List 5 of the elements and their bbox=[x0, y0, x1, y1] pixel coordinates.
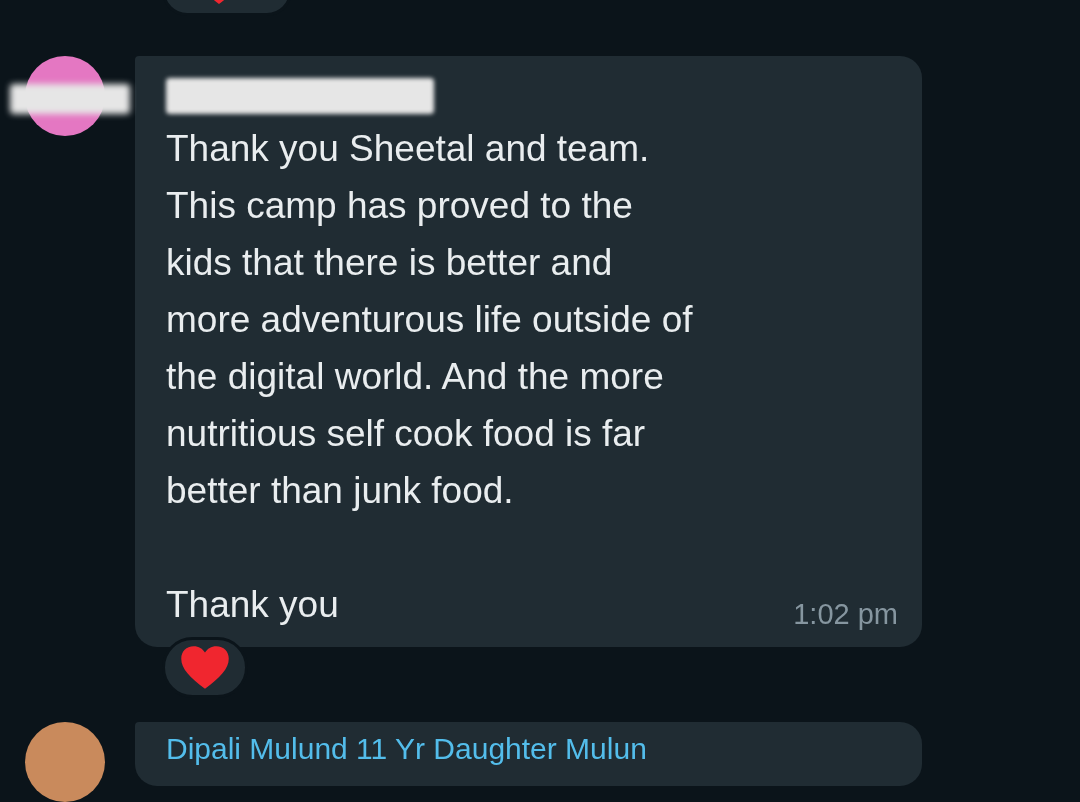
message-text: Thank you bbox=[166, 583, 339, 627]
sender-name: Dipali Mulund 11 Yr Daughter Mulun bbox=[166, 732, 647, 765]
message-time: 1:02 pm bbox=[793, 598, 898, 631]
message-text: Thank you Sheetal and team. This camp has proved to the kids that there is better and more adventurous life outside of the digital world. And the more nutritious self cook food is far better than junk food. bbox=[166, 127, 694, 513]
heart-icon bbox=[180, 645, 230, 690]
